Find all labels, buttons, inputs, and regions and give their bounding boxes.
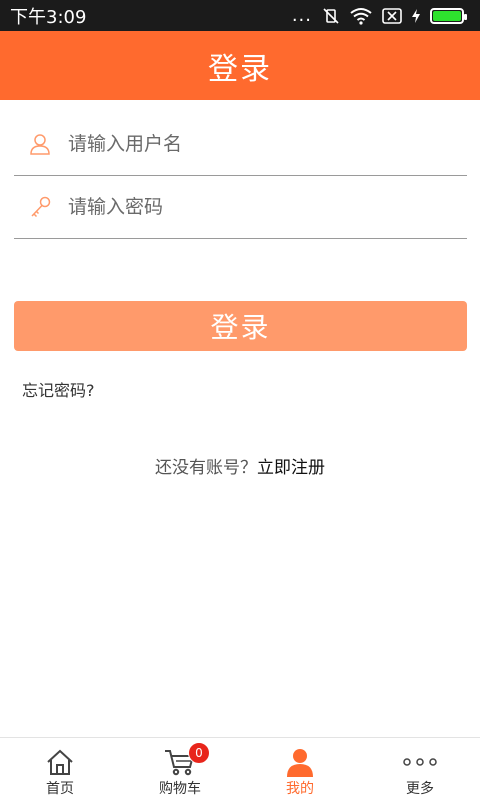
battery-icon: [430, 7, 467, 24]
wifi-icon: [350, 7, 372, 25]
status-icons: ...: [292, 5, 470, 26]
bottom-tab-bar: 首页 0 购物车 我的 更多: [0, 737, 480, 801]
status-bar: 下午3:09 ...: [0, 0, 480, 31]
no-sim-icon: [382, 7, 402, 24]
register-link[interactable]: 立即注册: [257, 458, 325, 478]
tab-more[interactable]: 更多: [360, 738, 480, 801]
password-input[interactable]: [68, 196, 428, 218]
tab-mine[interactable]: 我的: [240, 738, 360, 801]
tab-home-label: 首页: [46, 781, 74, 797]
user-icon: [287, 749, 313, 777]
home-icon: [47, 749, 73, 775]
page-header: 登录: [0, 31, 480, 100]
forgot-password-link[interactable]: 忘记密码?: [22, 377, 95, 401]
register-prompt: 还没有账号？: [155, 458, 257, 478]
cart-badge: 0: [188, 742, 210, 764]
status-time: 下午3:09: [10, 6, 87, 28]
tab-home[interactable]: 首页: [0, 738, 120, 801]
more-dots-icon: ...: [291, 5, 312, 26]
charging-icon: [412, 8, 420, 23]
page-title: 登录: [208, 51, 272, 87]
vibrate-muted-icon: [323, 7, 339, 24]
username-input[interactable]: [68, 133, 428, 155]
tab-cart[interactable]: 0 购物车: [120, 738, 240, 801]
tab-mine-label: 我的: [286, 781, 314, 797]
login-button[interactable]: 登录: [14, 301, 467, 351]
key-icon: [14, 195, 66, 219]
username-field[interactable]: [14, 113, 467, 176]
tab-cart-label: 购物车: [159, 781, 201, 797]
more-icon: [403, 758, 437, 766]
user-outline-icon: [14, 132, 66, 156]
password-field[interactable]: [14, 176, 467, 239]
register-prompt-line: 还没有账号？立即注册: [0, 453, 480, 478]
tab-more-label: 更多: [406, 781, 434, 797]
